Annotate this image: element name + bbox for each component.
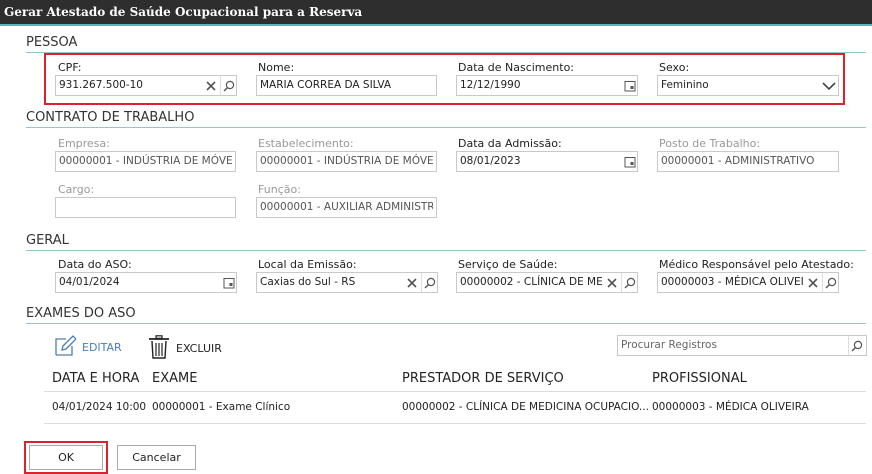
cpf-field[interactable]: 931.267.500-10 [55, 75, 237, 96]
cancel-button[interactable]: Cancelar [117, 445, 196, 470]
local-label: Local da Emissão: [258, 258, 357, 271]
clear-icon[interactable] [202, 76, 219, 95]
ok-button[interactable]: OK [29, 445, 103, 470]
window-title: Gerar Atestado de Saúde Ocupacional para… [0, 0, 872, 24]
servico-value: 00000002 - CLÍNICA DE MEDI [460, 276, 602, 288]
title-accent-line [0, 24, 872, 26]
posto-field: 00000001 - ADMINISTRATIVO [657, 151, 839, 172]
cell-prestador: 00000002 - CLÍNICA DE MEDICINA OCUPACIO.… [402, 401, 649, 413]
estabelecimento-value: 00000001 - INDÚSTRIA DE MÓVEIS [260, 155, 433, 167]
empresa-field: 00000001 - INDÚSTRIA DE MÓVEIS [55, 151, 236, 172]
clear-icon[interactable] [403, 273, 420, 292]
nome-label: Nome: [258, 61, 295, 74]
clear-icon[interactable] [603, 273, 620, 292]
chevron-down-icon[interactable] [820, 76, 838, 95]
column-header-prestador[interactable]: PRESTADOR DE SERVIÇO [402, 371, 564, 386]
cell-data-hora: 04/01/2024 10:00 [52, 401, 147, 413]
servico-label: Serviço de Saúde: [458, 258, 558, 271]
empresa-value: 00000001 - INDÚSTRIA DE MÓVEIS [59, 155, 232, 167]
medico-label: Médico Responsável pelo Atestado: [659, 258, 854, 271]
sexo-select[interactable]: Feminino [657, 75, 839, 96]
servico-field[interactable]: 00000002 - CLÍNICA DE MEDI [456, 272, 638, 293]
table-header-divider [44, 391, 866, 392]
edit-icon [54, 335, 77, 360]
nome-field[interactable]: MARIA CORREA DA SILVA [256, 75, 437, 96]
section-pessoa: PESSOA [26, 35, 866, 53]
cargo-label: Cargo: [58, 183, 95, 196]
local-field[interactable]: Caxias do Sul - RS [256, 272, 438, 293]
estabelecimento-label: Estabelecimento: [258, 137, 354, 150]
estabelecimento-field: 00000001 - INDÚSTRIA DE MÓVEIS [256, 151, 437, 172]
local-value: Caxias do Sul - RS [260, 276, 356, 288]
sexo-value: Feminino [661, 79, 709, 91]
data-aso-label: Data do ASO: [58, 258, 132, 271]
cargo-field [55, 197, 236, 218]
calendar-icon[interactable] [621, 152, 637, 171]
funcao-value: 00000001 - AUXILIAR ADMINISTRA [260, 201, 433, 213]
calendar-icon[interactable] [220, 273, 236, 292]
nascimento-label: Data de Nascimento: [458, 61, 575, 74]
cpf-label: CPF: [58, 61, 82, 74]
funcao-label: Função: [258, 183, 301, 196]
posto-value: 00000001 - ADMINISTRATIVO [661, 155, 815, 167]
section-contrato: CONTRATO DE TRABALHO [26, 110, 866, 128]
admissao-field[interactable]: 08/01/2023 [456, 151, 638, 172]
cpf-value: 931.267.500-10 [59, 79, 143, 91]
cell-exame: 00000001 - Exame Clínico [152, 401, 291, 413]
sexo-label: Sexo: [659, 61, 690, 74]
medico-value: 00000003 - MÉDICA OLIVEIR [661, 276, 803, 288]
excluir-button[interactable]: EXCLUIR [148, 335, 222, 362]
search-icon[interactable] [848, 336, 865, 355]
search-icon[interactable] [220, 76, 236, 95]
editar-label: EDITAR [82, 341, 122, 354]
search-records-placeholder: Procurar Registros [621, 339, 717, 351]
column-header-profissional[interactable]: PROFISSIONAL [652, 371, 747, 386]
table-row-divider [44, 423, 866, 424]
column-header-data-hora[interactable]: DATA E HORA [52, 371, 139, 386]
admissao-value: 08/01/2023 [460, 155, 521, 167]
section-geral: GERAL [26, 233, 866, 251]
column-header-exame[interactable]: EXAME [152, 371, 197, 386]
trash-icon [148, 335, 170, 362]
excluir-label: EXCLUIR [176, 342, 222, 355]
funcao-field: 00000001 - AUXILIAR ADMINISTRA [256, 197, 437, 218]
section-exames: EXAMES DO ASO [26, 306, 866, 324]
search-icon[interactable] [421, 273, 437, 292]
nascimento-field[interactable]: 12/12/1990 [456, 75, 638, 96]
search-icon[interactable] [621, 273, 637, 292]
calendar-icon[interactable] [621, 76, 637, 95]
admissao-label: Data da Admissão: [458, 137, 562, 150]
data-aso-field[interactable]: 04/01/2024 [55, 272, 237, 293]
cell-profissional: 00000003 - MÉDICA OLIVEIRA [652, 401, 809, 413]
editar-button[interactable]: EDITAR [54, 335, 122, 360]
data-aso-value: 04/01/2024 [59, 276, 120, 288]
search-icon[interactable] [822, 273, 838, 292]
nascimento-value: 12/12/1990 [460, 79, 521, 91]
medico-field[interactable]: 00000003 - MÉDICA OLIVEIR [657, 272, 839, 293]
empresa-label: Empresa: [58, 137, 110, 150]
clear-icon[interactable] [804, 273, 821, 292]
nome-value: MARIA CORREA DA SILVA [260, 79, 392, 91]
posto-label: Posto de Trabalho: [659, 137, 761, 150]
search-records-input[interactable]: Procurar Registros [617, 335, 867, 356]
